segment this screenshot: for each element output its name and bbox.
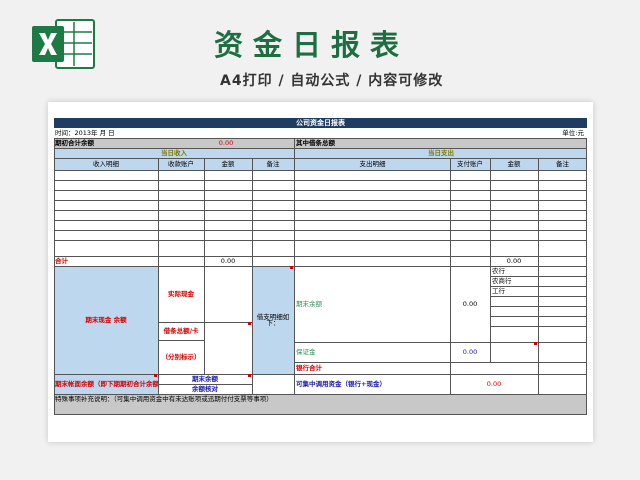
prev-total-label: 期初合计余额 xyxy=(55,138,94,147)
page-title: 资金日报表 xyxy=(214,28,410,62)
grid-line xyxy=(490,158,491,362)
grid-line xyxy=(54,266,587,267)
available-funds-value[interactable]: 0.00 xyxy=(450,374,538,394)
excel-logo-icon xyxy=(32,19,95,69)
actual-cash-label: 实际现金 xyxy=(168,289,194,298)
available-funds-label: 可集中调用资金（银行+现金） xyxy=(296,379,386,388)
unit-label: 单位:元 xyxy=(562,128,584,137)
bill-total-label: 其中借条总额 xyxy=(296,138,335,147)
special-note: 特殊事项补充说明：（可集中调用资金中有未达账项或迅期付付支票等事项） xyxy=(55,394,273,403)
grid-line xyxy=(54,138,55,414)
grid-line xyxy=(294,138,295,394)
balance-check-label: 余额核对 xyxy=(192,384,218,393)
grid-line xyxy=(538,158,539,394)
deposit-value[interactable]: 0.00 xyxy=(450,342,490,362)
grid-line xyxy=(252,158,253,394)
total-label: 合计 xyxy=(55,256,68,265)
cash-balance-label: 期末现金 余额 xyxy=(85,315,127,324)
income-col-detail: 收入明细 xyxy=(93,159,119,168)
grid-line xyxy=(158,158,159,394)
grid-line xyxy=(54,138,587,139)
bank-agri: 农行 xyxy=(492,266,505,275)
deposit-label: 保证金 xyxy=(296,347,316,356)
page-header: 资金日报表 A4打印 / 自动公式 / 内容可修改 xyxy=(0,0,640,100)
comment-marker xyxy=(534,342,537,345)
end-total-label: 期末余额 xyxy=(192,374,218,383)
prev-total-value[interactable]: 0.00 xyxy=(158,138,294,148)
bank-total-label: 银行合计 xyxy=(296,363,322,372)
expense-col-account: 支付账户 xyxy=(457,159,483,168)
comment-marker xyxy=(290,266,293,269)
expense-col-detail: 支出明细 xyxy=(359,159,386,168)
grid-line xyxy=(54,394,587,395)
grid-line xyxy=(54,180,587,181)
grid-line xyxy=(158,340,204,341)
book-balance-label: 期末帐面余额（即下期期初合计余额） xyxy=(55,379,158,388)
comment-marker xyxy=(248,322,251,325)
income-col-remark: 备注 xyxy=(266,159,280,168)
comment-marker xyxy=(154,374,157,377)
comment-marker xyxy=(248,374,251,377)
grid-line xyxy=(54,414,587,415)
by-detail-label: （分别标示） xyxy=(161,352,201,361)
end-balance-value[interactable]: 0.00 xyxy=(450,266,490,342)
daily-fund-report-table: 公司资金日报表 时间：2013年 月 日 单位:元 期初合计余额 0.00 其中… xyxy=(54,118,587,415)
grid-line xyxy=(54,148,587,149)
grid-line xyxy=(54,374,587,375)
page-subtitle: A4打印 / 自动公式 / 内容可修改 xyxy=(220,73,444,89)
date-label: 时间：2013年 月 日 xyxy=(55,128,115,137)
grid-line xyxy=(54,240,587,241)
income-col-amount: 金额 xyxy=(221,159,235,168)
income-total[interactable]: 0.00 xyxy=(204,256,252,266)
bill-card-label: 借条总额/卡 xyxy=(163,326,199,335)
expense-col-amount: 金额 xyxy=(507,159,521,168)
bank-agri-commercial: 农商行 xyxy=(492,276,512,285)
grid-line xyxy=(450,158,451,394)
expense-col-remark: 备注 xyxy=(556,159,569,168)
grid-line xyxy=(54,158,587,159)
grid-line xyxy=(54,210,587,211)
grid-line xyxy=(295,362,587,363)
grid-line xyxy=(54,256,587,257)
grid-line xyxy=(54,200,587,201)
expense-detail-mid: 借支明细如下： xyxy=(256,312,290,327)
grid-line xyxy=(54,220,587,221)
income-col-account: 收款账户 xyxy=(168,159,194,168)
end-balance-label: 期末余额 xyxy=(296,299,322,308)
expense-total[interactable]: 0.00 xyxy=(490,256,538,266)
grid-line xyxy=(158,322,252,323)
grid-line xyxy=(158,384,252,385)
grid-line xyxy=(54,190,587,191)
spreadsheet-preview: 公司资金日报表 时间：2013年 月 日 单位:元 期初合计余额 0.00 其中… xyxy=(48,102,593,442)
bank-icbc: 工行 xyxy=(492,286,505,295)
grid-line xyxy=(295,342,587,343)
grid-line xyxy=(204,158,205,374)
income-header: 当日收入 xyxy=(161,148,187,157)
banner-title: 公司资金日报表 xyxy=(296,118,345,127)
expense-header: 当日支出 xyxy=(428,148,454,157)
grid-line xyxy=(586,138,587,414)
grid-line xyxy=(54,170,587,171)
grid-line xyxy=(54,230,587,231)
